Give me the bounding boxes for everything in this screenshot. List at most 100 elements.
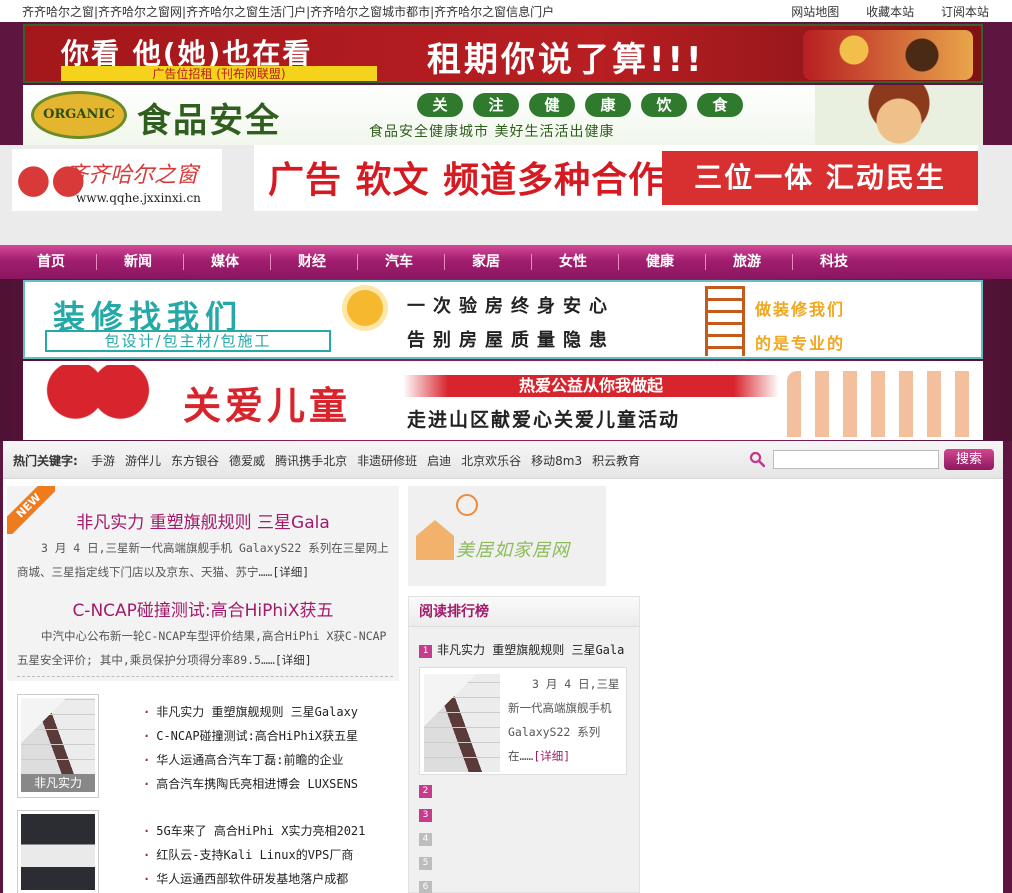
- list-item[interactable]: 华人运通西部软件研发基地落户成都: [143, 867, 393, 891]
- rank-card[interactable]: 3 月 4 日,三星新一代高端旗舰手机 GalaxyS22 系列在……[详细]: [419, 667, 627, 775]
- news-list: 非凡实力 重塑旗舰规则 三星Galaxy C-NCAP碰撞测试:高合HiPhiX…: [143, 700, 393, 796]
- rank-item[interactable]: 3: [419, 807, 437, 822]
- car-image: [21, 814, 95, 890]
- featured-title[interactable]: C-NCAP碰撞测试:高合HiPhiX获五: [7, 596, 399, 621]
- nav-item-news[interactable]: 新闻: [108, 245, 168, 279]
- ad-banner-children[interactable]: 关爱儿童 热爱公益从你我做起 走进山区献爱心关爱儿童活动: [23, 361, 983, 440]
- featured-column: NEW 非凡实力 重塑旗舰规则 三星Gala 3 月 4 日,三星新一代高端旗舰…: [7, 486, 399, 893]
- nav-separator: [357, 254, 358, 270]
- list-item[interactable]: 5G车来了 高合HiPhi X实力亮相2021: [143, 819, 393, 843]
- nav-separator: [270, 254, 271, 270]
- news-thumbnail[interactable]: [17, 810, 99, 893]
- reading-rank-panel: 阅读排行榜 1 非凡实力 重塑旗舰规则 三星Gala 3 月 4 日,三星新一代高…: [408, 596, 640, 893]
- featured-summary: 中汽中心公布新一轮C-NCAP车型评价结果,高合HiPhi X获C-NCAP五星…: [17, 624, 393, 672]
- keyword-link[interactable]: 积云教育: [592, 454, 640, 468]
- nav-item-media[interactable]: 媒体: [195, 245, 255, 279]
- rank-summary: 3 月 4 日,三星新一代高端旗舰手机 GalaxyS22 系列在……[详细]: [508, 672, 622, 768]
- nav-item-tech[interactable]: 科技: [804, 245, 864, 279]
- ad-banner-rent[interactable]: 你看 他(她)也在看 广告位招租 (刊布网联盟) 租期你说了算!!!: [23, 24, 983, 83]
- ad-tag: 广告位招租 (刊布网联盟): [61, 66, 377, 81]
- summary-text: 3 月 4 日,三星新一代高端旗舰手机 GalaxyS22 系列在三星网上商城、…: [17, 541, 389, 579]
- nav-separator: [531, 254, 532, 270]
- nav-separator: [705, 254, 706, 270]
- featured-summary: 3 月 4 日,三星新一代高端旗舰手机 GalaxyS22 系列在三星网上商城、…: [17, 536, 393, 584]
- organic-logo: ORGANIC: [31, 91, 127, 139]
- keyword-link[interactable]: 启迪: [427, 454, 451, 468]
- nav-separator: [444, 254, 445, 270]
- rank-item[interactable]: 2: [419, 783, 437, 798]
- nav-separator: [183, 254, 184, 270]
- bookmark-link[interactable]: 收藏本站: [866, 3, 914, 20]
- site-network-links[interactable]: 齐齐哈尔之窗|齐齐哈尔之窗网|齐齐哈尔之窗生活门户|齐齐哈尔之窗城市都市|齐齐哈…: [22, 3, 554, 20]
- nav-item-auto[interactable]: 汽车: [369, 245, 429, 279]
- product-image: [424, 674, 500, 772]
- nav-item-home[interactable]: 首页: [21, 245, 81, 279]
- keyword-link[interactable]: 东方银谷: [171, 454, 219, 468]
- ad-subtitle: 包设计/包主材/包施工: [45, 330, 331, 352]
- nav-item-women[interactable]: 女性: [543, 245, 603, 279]
- header-ad-banner[interactable]: 广告 软文 频道多种合作形式 三位一体 汇动民生: [254, 145, 978, 211]
- rank-number: 6: [419, 881, 432, 893]
- news-thumbnail[interactable]: 非凡实力: [17, 694, 99, 798]
- list-item[interactable]: 红队云-支持Kali Linux的VPS厂商: [143, 843, 393, 867]
- keyword-link[interactable]: 移动8m3: [531, 454, 582, 468]
- keyword-link[interactable]: 游伴儿: [125, 454, 161, 468]
- site-url: www.qqhe.jxxinxi.cn: [76, 191, 201, 205]
- rank-item[interactable]: 6: [419, 879, 437, 893]
- keyword-link[interactable]: 德爱威: [229, 454, 265, 468]
- site-logo[interactable]: ●● 齐齐哈尔之窗 www.qqhe.jxxinxi.cn: [12, 149, 222, 211]
- subscribe-link[interactable]: 订阅本站: [941, 3, 989, 20]
- featured-box: NEW 非凡实力 重塑旗舰规则 三星Gala 3 月 4 日,三星新一代高端旗舰…: [7, 486, 399, 681]
- keyword-link[interactable]: 北京欢乐谷: [461, 454, 521, 468]
- ad-banner-food-safety[interactable]: ORGANIC 食品安全 关注健康饮食 食品安全健康城市 美好生活活出健康: [23, 85, 983, 145]
- list-item[interactable]: 华人运通高合汽车丁磊:前瞻的企业: [143, 748, 393, 772]
- more-link[interactable]: [详细]: [272, 565, 309, 579]
- hands-image: [787, 371, 977, 437]
- more-link[interactable]: [详细]: [275, 653, 312, 667]
- ad-side-text: 做装修我们: [755, 300, 846, 319]
- search-button[interactable]: 搜索: [944, 449, 994, 470]
- news-list: 5G车来了 高合HiPhi X实力亮相2021 红队云-支持Kali Linux…: [143, 819, 393, 891]
- hot-keywords-label: 热门关键字:: [13, 454, 78, 468]
- more-link[interactable]: [详细]: [533, 749, 570, 763]
- ad-pill: 饮: [641, 93, 687, 117]
- featured-title[interactable]: 非凡实力 重塑旗舰规则 三星Gala: [7, 508, 399, 533]
- heart-icon: [23, 365, 173, 437]
- list-item[interactable]: 非凡实力 重塑旗舰规则 三星Galaxy: [143, 700, 393, 724]
- rank-item-title: 非凡实力 重塑旗舰规则 三星Gala: [437, 643, 625, 657]
- ad-line: 一次验房终身安心: [407, 296, 615, 317]
- home-logo-banner[interactable]: 美居如家居网: [408, 486, 606, 586]
- rank-number: 1: [419, 645, 432, 658]
- nav-item-finance[interactable]: 财经: [282, 245, 342, 279]
- ad-pill: 康: [585, 93, 631, 117]
- list-item[interactable]: C-NCAP碰撞测试:高合HiPhiX获五星: [143, 724, 393, 748]
- nav-item-travel[interactable]: 旅游: [717, 245, 777, 279]
- rank-item[interactable]: 1 非凡实力 重塑旗舰规则 三星Gala: [419, 641, 624, 658]
- ad-person-image: [815, 85, 983, 145]
- thumbnail-caption: 非凡实力: [21, 774, 95, 792]
- keyword-link[interactable]: 手游: [91, 454, 115, 468]
- ad-line: 告别房屋质量隐患: [407, 330, 615, 351]
- search-input[interactable]: [773, 450, 939, 469]
- sitemap-link[interactable]: 网站地图: [791, 3, 839, 20]
- list-item[interactable]: 高合汽车携陶氏亮相进博会 LUXSENS: [143, 772, 393, 796]
- ladder-icon: [705, 286, 745, 356]
- ad-pill: 食: [697, 93, 743, 117]
- rank-item[interactable]: 4: [419, 831, 437, 846]
- rank-item[interactable]: 5: [419, 855, 437, 870]
- keyword-link[interactable]: 非遗研修班: [357, 454, 417, 468]
- nav-item-home-living[interactable]: 家居: [456, 245, 516, 279]
- ad-ribbon: 热爱公益从你我做起: [403, 375, 779, 397]
- ad-pill: 健: [529, 93, 575, 117]
- rank-number: 5: [419, 857, 432, 870]
- ad-headline: 食品安全: [137, 101, 281, 141]
- keyword-link[interactable]: 腾讯携手北京: [275, 454, 347, 468]
- header-ad-slogan: 三位一体 汇动民生: [662, 151, 978, 205]
- side-column: 美居如家居网 阅读排行榜 1 非凡实力 重塑旗舰规则 三星Gala 3 月 4 日…: [408, 486, 640, 893]
- site-name: 齐齐哈尔之窗: [66, 163, 199, 188]
- top-links: 网站地图 收藏本站 订阅本站: [791, 3, 1012, 20]
- ad-banner-renovation[interactable]: 装修找我们 包设计/包主材/包施工 一次验房终身安心 告别房屋质量隐患 做装修我…: [23, 280, 983, 359]
- search-icon: [749, 451, 765, 467]
- nav-item-health[interactable]: 健康: [630, 245, 690, 279]
- ad-slogan: 租期你说了算!!!: [427, 40, 705, 80]
